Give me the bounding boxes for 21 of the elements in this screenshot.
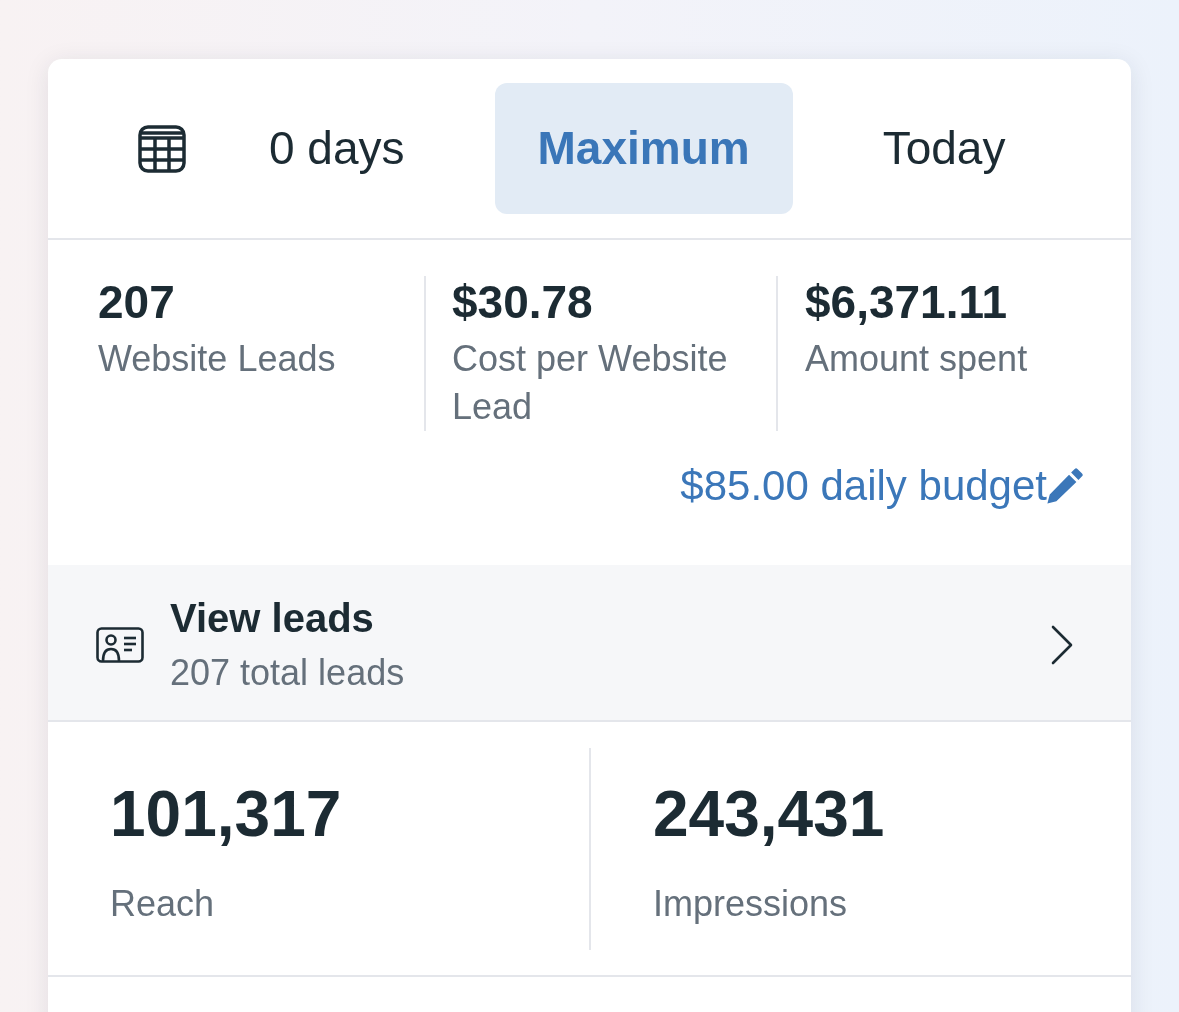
calendar-icon[interactable]	[138, 124, 186, 173]
date-range-tab[interactable]: 0 days	[229, 83, 445, 214]
date-range-tab[interactable]: Today	[842, 83, 1046, 214]
metric-value: 101,317	[110, 778, 342, 850]
daily-budget-link[interactable]: $85.00 daily budget	[680, 460, 1083, 512]
metric-label: Impressions	[653, 882, 848, 926]
date-range-tab[interactable]: Maximum	[494, 83, 793, 214]
metric-label: Amount spent	[805, 337, 1028, 381]
total-leads-count: 207 total leads	[170, 651, 405, 695]
metric-label: Cost per Website Lead	[452, 337, 729, 429]
metric-label: Reach	[110, 882, 215, 926]
contact-card-icon	[96, 626, 144, 663]
metric-value: 207	[98, 276, 175, 328]
metric-value: $6,371.11	[805, 276, 1008, 328]
metric-value: 243,431	[653, 778, 885, 850]
metric-label: Website Leads	[98, 337, 336, 381]
metric-value: $30.78	[452, 276, 593, 328]
pencil-icon	[1047, 468, 1083, 504]
view-leads-title: View leads	[170, 595, 374, 642]
chevron-right-icon	[1050, 624, 1074, 665]
view-leads-row[interactable]: View leads 207 total leads	[48, 565, 1131, 722]
